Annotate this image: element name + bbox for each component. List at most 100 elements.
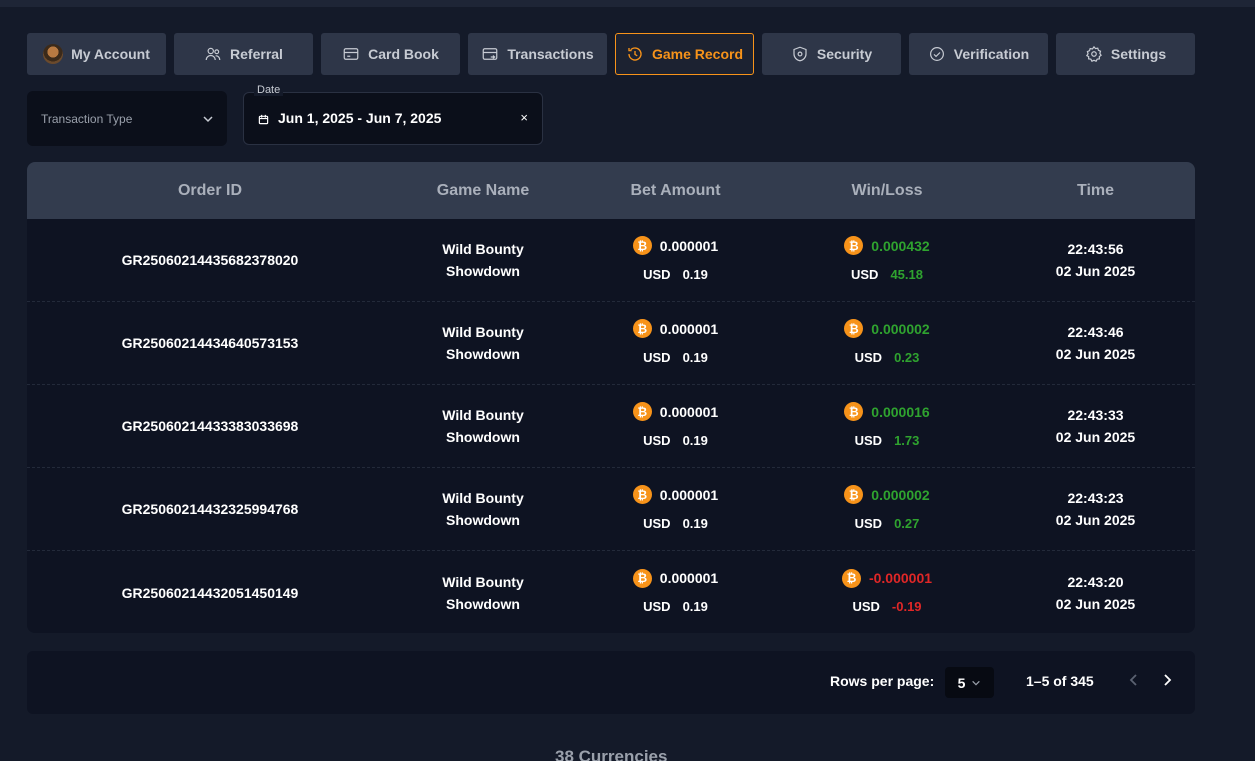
col-game-name[interactable]: Game Name — [393, 182, 573, 200]
bitcoin-icon: ₿ — [844, 319, 864, 338]
tab-label: My Account — [71, 46, 150, 62]
pagination: Rows per page: 5 1–5 of 345 — [27, 651, 1195, 714]
clear-date-button[interactable]: × — [520, 110, 528, 125]
table-row: GR25060214435682378020 Wild Bounty Showdow… — [27, 219, 1195, 302]
win-loss-btc: 0.000002 — [871, 486, 930, 503]
avatar — [43, 44, 64, 64]
date-label: Date — [254, 84, 284, 96]
game-name-line: Wild Bounty — [442, 241, 524, 257]
transaction-type-select[interactable]: Transaction Type — [27, 91, 227, 146]
win-loss-usd: 1.73 — [894, 432, 920, 448]
game-name: Wild Bounty Showdown — [393, 571, 573, 615]
table-row: GR25060214433383033698 Wild Bounty Showdow… — [27, 385, 1195, 468]
win-loss-currency: USD — [854, 349, 883, 365]
shield-icon — [793, 46, 807, 62]
time: 22:43:46 02 Jun 2025 — [996, 321, 1195, 365]
time-date: 02 Jun 2025 — [1055, 263, 1136, 279]
time-date: 02 Jun 2025 — [1055, 346, 1136, 362]
game-name-line: Wild Bounty — [442, 324, 524, 340]
chevron-down-icon — [972, 680, 981, 686]
order-id: GR25060214433383033698 — [121, 418, 299, 434]
bet-amount: ₿ 0.000001 USD 0.19 — [573, 567, 778, 618]
page-range: 1–5 of 345 — [1026, 673, 1094, 689]
tab-game-record[interactable]: Game Record — [615, 33, 754, 75]
bet-currency: USD — [643, 515, 671, 531]
bet-amount: ₿ 0.000001 USD 0.19 — [573, 401, 778, 452]
bet-currency: USD — [643, 266, 671, 282]
account-tabs: My Account Referral Card Book Transactio… — [27, 33, 1195, 75]
game-name: Wild Bounty Showdown — [393, 238, 573, 282]
transactions-icon — [482, 48, 498, 60]
col-order-id[interactable]: Order ID — [27, 182, 393, 200]
rows-per-page-select[interactable]: 5 — [945, 667, 994, 698]
bet-amount: ₿ 0.000001 USD 0.19 — [573, 318, 778, 369]
users-icon — [205, 47, 221, 61]
bitcoin-icon: ₿ — [632, 319, 652, 338]
win-loss-btc: -0.000001 — [868, 570, 933, 586]
time-clock: 22:43:33 — [1067, 407, 1124, 423]
tab-transactions[interactable]: Transactions — [468, 33, 607, 75]
date-range-value: Jun 1, 2025 - Jun 7, 2025 — [278, 110, 442, 126]
time-clock: 22:43:20 — [1067, 573, 1124, 590]
tab-referral[interactable]: Referral — [174, 33, 313, 75]
tab-verification[interactable]: Verification — [909, 33, 1048, 75]
col-win-loss[interactable]: Win/Loss — [778, 182, 996, 200]
bet-currency: USD — [643, 599, 671, 614]
check-circle-icon — [929, 47, 944, 61]
calendar-icon — [258, 114, 269, 125]
win-loss: ₿ 0.000432 USD 45.18 — [778, 235, 996, 286]
table-body: GR25060214435682378020 Wild Bounty Showdow… — [27, 219, 1195, 633]
time-clock: 22:43:46 — [1067, 324, 1124, 340]
order-id: GR25060214434640573153 — [121, 335, 299, 351]
chevron-right-icon[interactable] — [1159, 672, 1175, 688]
date-range-field[interactable]: Date Jun 1, 2025 - Jun 7, 2025 × — [243, 84, 543, 145]
col-time[interactable]: Time — [996, 182, 1195, 200]
game-name-line: Wild Bounty — [442, 407, 524, 423]
tab-security[interactable]: Security — [762, 33, 901, 75]
transaction-type-placeholder: Transaction Type — [41, 111, 133, 126]
tab-label: Card Book — [368, 46, 439, 62]
win-loss-btc: 0.000432 — [871, 237, 930, 254]
win-loss-currency: USD — [854, 432, 883, 448]
table-header: Order ID Game Name Bet Amount Win/Loss T… — [27, 162, 1195, 219]
bet-usd: 0.19 — [682, 515, 708, 531]
time: 22:43:56 02 Jun 2025 — [996, 238, 1195, 282]
tab-label: Referral — [230, 46, 283, 62]
time-date: 02 Jun 2025 — [1055, 595, 1136, 612]
bet-btc: 0.000001 — [659, 237, 719, 254]
game-record-table: Order ID Game Name Bet Amount Win/Loss T… — [27, 162, 1195, 633]
tab-label: Game Record — [651, 46, 744, 62]
col-bet-amount[interactable]: Bet Amount — [573, 182, 778, 200]
win-loss-btc: 0.000016 — [871, 403, 930, 420]
bet-btc: 0.000001 — [659, 320, 719, 337]
game-name-line: Wild Bounty — [442, 490, 524, 506]
game-name: Wild Bounty Showdown — [393, 404, 573, 448]
bitcoin-icon: ₿ — [844, 402, 864, 421]
win-loss-usd: 45.18 — [890, 266, 923, 282]
tab-my-account[interactable]: My Account — [27, 33, 166, 75]
game-name-line: Showdown — [446, 263, 520, 279]
tab-label: Security — [816, 46, 873, 62]
tab-card-book[interactable]: Card Book — [321, 33, 460, 75]
bet-btc: 0.000001 — [659, 486, 719, 503]
chevron-left-icon[interactable] — [1126, 672, 1142, 688]
bitcoin-icon: ₿ — [841, 568, 861, 588]
bet-amount: ₿ 0.000001 USD 0.19 — [573, 235, 778, 286]
history-icon — [628, 47, 642, 61]
bitcoin-icon: ₿ — [844, 485, 864, 504]
tab-label: Settings — [1110, 46, 1167, 62]
table-row: GR25060214434640573153 Wild Bounty Showdow… — [27, 302, 1195, 385]
win-loss-btc: 0.000002 — [871, 320, 930, 337]
bet-usd: 0.19 — [682, 266, 708, 282]
table-row: GR25060214432051450149 Wild Bounty Showdow… — [27, 551, 1195, 633]
bet-btc: 0.000001 — [659, 570, 719, 586]
win-loss-currency: USD — [851, 266, 879, 282]
tab-settings[interactable]: Settings — [1056, 33, 1195, 75]
win-loss: ₿ 0.000002 USD 0.27 — [778, 484, 996, 535]
time-date: 02 Jun 2025 — [1055, 512, 1136, 528]
game-name: Wild Bounty Showdown — [393, 321, 573, 365]
win-loss: ₿ -0.000001 USD -0.19 — [778, 567, 996, 618]
win-loss-usd: 0.23 — [894, 349, 920, 365]
game-name: Wild Bounty Showdown — [393, 487, 573, 531]
currencies-heading: 38 Currencies — [555, 747, 668, 761]
